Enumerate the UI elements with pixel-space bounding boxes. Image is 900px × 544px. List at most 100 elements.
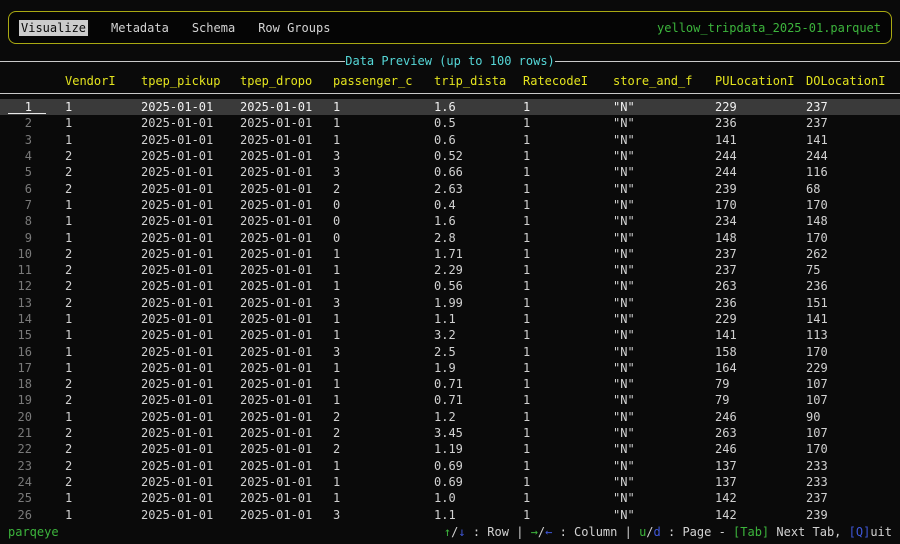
row-number: 4: [0, 149, 65, 163]
table-row[interactable]: 1612025-01-012025-01-0132.51"N"158170: [0, 343, 900, 359]
table-row[interactable]: 1122025-01-012025-01-0112.291"N"23775: [0, 262, 900, 278]
table-cell: 2025-01-01: [240, 410, 333, 424]
table-cell: 2: [65, 279, 141, 293]
table-cell: 170: [806, 442, 900, 456]
table-cell: 263: [715, 279, 806, 293]
column-header-tpep_dropo[interactable]: tpep_dropo: [240, 74, 333, 88]
table-cell: 1: [65, 361, 141, 375]
hint-segment: Next Tab,: [769, 525, 848, 539]
table-cell: 1: [523, 214, 613, 228]
table-row[interactable]: 1712025-01-012025-01-0111.91"N"164229: [0, 360, 900, 376]
row-number: 15: [0, 328, 65, 342]
table-cell: 2025-01-01: [240, 214, 333, 228]
column-header-PULocationI[interactable]: PULocationI: [715, 74, 806, 88]
table-cell: 107: [806, 426, 900, 440]
table-cell: 229: [806, 361, 900, 375]
table-cell: 1: [333, 377, 434, 391]
tab-metadata[interactable]: Metadata: [111, 21, 169, 35]
table-row[interactable]: 1512025-01-012025-01-0113.21"N"141113: [0, 327, 900, 343]
table-row[interactable]: 212025-01-012025-01-0110.51"N"236237: [0, 115, 900, 131]
table-cell: 2025-01-01: [141, 410, 240, 424]
column-header-RatecodeI[interactable]: RatecodeI: [523, 74, 613, 88]
table-cell: 2025-01-01: [141, 198, 240, 212]
table-cell: "N": [613, 247, 715, 261]
column-header-trip_dista[interactable]: trip_dista: [434, 74, 523, 88]
table-row[interactable]: 2512025-01-012025-01-0111.01"N"142237: [0, 490, 900, 506]
table-cell: 2025-01-01: [141, 247, 240, 261]
table-cell: "N": [613, 475, 715, 489]
column-header-VendorI[interactable]: VendorI: [65, 74, 141, 88]
table-row[interactable]: 2012025-01-012025-01-0121.21"N"24690: [0, 409, 900, 425]
table-cell: 2: [333, 426, 434, 440]
table-cell: "N": [613, 361, 715, 375]
table-cell: 2025-01-01: [240, 361, 333, 375]
table-cell: "N": [613, 133, 715, 147]
table-cell: 170: [715, 198, 806, 212]
row-number: 19: [0, 393, 65, 407]
table-row[interactable]: 112025-01-012025-01-0111.61"N"229237: [0, 99, 900, 115]
table-row[interactable]: 1822025-01-012025-01-0110.711"N"79107: [0, 376, 900, 392]
row-number: 16: [0, 345, 65, 359]
table-row[interactable]: 1322025-01-012025-01-0131.991"N"236151: [0, 295, 900, 311]
table-row[interactable]: 522025-01-012025-01-0130.661"N"244116: [0, 164, 900, 180]
row-number: 6: [0, 182, 65, 196]
tab-row-groups[interactable]: Row Groups: [258, 21, 330, 35]
table-cell: 1: [523, 231, 613, 245]
table-row[interactable]: 1412025-01-012025-01-0111.11"N"229141: [0, 311, 900, 327]
table-row[interactable]: 2222025-01-012025-01-0121.191"N"246170: [0, 441, 900, 457]
table-row[interactable]: 1922025-01-012025-01-0110.711"N"79107: [0, 392, 900, 408]
app-name: parqeye: [8, 525, 59, 539]
table-cell: 141: [715, 133, 806, 147]
table-cell: 1: [333, 361, 434, 375]
table-cell: 170: [806, 345, 900, 359]
table-row[interactable]: 812025-01-012025-01-0101.61"N"234148: [0, 213, 900, 229]
table-row[interactable]: 712025-01-012025-01-0100.41"N"170170: [0, 197, 900, 213]
table-cell: "N": [613, 165, 715, 179]
tab-visualize[interactable]: Visualize: [19, 20, 88, 36]
table-cell: 2: [65, 442, 141, 456]
table-row[interactable]: 1022025-01-012025-01-0111.711"N"237262: [0, 246, 900, 262]
table-cell: 1.9: [434, 361, 523, 375]
column-header-passenger_c[interactable]: passenger_c: [333, 74, 434, 88]
table-row[interactable]: 2612025-01-012025-01-0131.11"N"142239: [0, 506, 900, 522]
hint-segment: uit: [870, 525, 892, 539]
table-row[interactable]: 422025-01-012025-01-0130.521"N"244244: [0, 148, 900, 164]
table-cell: 2025-01-01: [240, 296, 333, 310]
column-header-DOLocationI[interactable]: DOLocationI: [806, 74, 900, 88]
table-row[interactable]: 622025-01-012025-01-0122.631"N"23968: [0, 180, 900, 196]
table-row[interactable]: 2122025-01-012025-01-0123.451"N"263107: [0, 425, 900, 441]
table-cell: 2: [65, 393, 141, 407]
row-number: 21: [0, 426, 65, 440]
tab-schema[interactable]: Schema: [192, 21, 235, 35]
table-cell: 1: [523, 393, 613, 407]
table-cell: 151: [806, 296, 900, 310]
table-cell: 1: [333, 328, 434, 342]
table-row[interactable]: 1222025-01-012025-01-0110.561"N"263236: [0, 278, 900, 294]
open-file-name: yellow_tripdata_2025-01.parquet: [657, 21, 881, 35]
table-cell: "N": [613, 198, 715, 212]
table-cell: 1: [523, 410, 613, 424]
table-cell: 107: [806, 393, 900, 407]
table-cell: 2025-01-01: [240, 133, 333, 147]
table-cell: 141: [806, 312, 900, 326]
tab-bar: Visualize Metadata Schema Row Groups: [19, 20, 353, 36]
title-rule-right: [555, 61, 900, 62]
table-cell: "N": [613, 182, 715, 196]
table-cell: 2.29: [434, 263, 523, 277]
table-cell: 2025-01-01: [240, 328, 333, 342]
table-cell: "N": [613, 296, 715, 310]
row-number: 9: [0, 231, 65, 245]
table-row[interactable]: 2322025-01-012025-01-0110.691"N"137233: [0, 458, 900, 474]
column-header-store_and_f[interactable]: store_and_f: [613, 74, 715, 88]
table-cell: 1: [523, 165, 613, 179]
table-row[interactable]: 312025-01-012025-01-0110.61"N"141141: [0, 132, 900, 148]
row-number: 5: [0, 165, 65, 179]
table-cell: 1.6: [434, 214, 523, 228]
table-cell: 1: [523, 182, 613, 196]
table-cell: 1: [523, 247, 613, 261]
column-header-tpep_pickup[interactable]: tpep_pickup: [141, 74, 240, 88]
table-row[interactable]: 2422025-01-012025-01-0110.691"N"137233: [0, 474, 900, 490]
status-hints: ↑/↓ : Row | →/← : Column | u/d : Page - …: [444, 525, 892, 539]
table-cell: 0.69: [434, 459, 523, 473]
table-row[interactable]: 912025-01-012025-01-0102.81"N"148170: [0, 229, 900, 245]
